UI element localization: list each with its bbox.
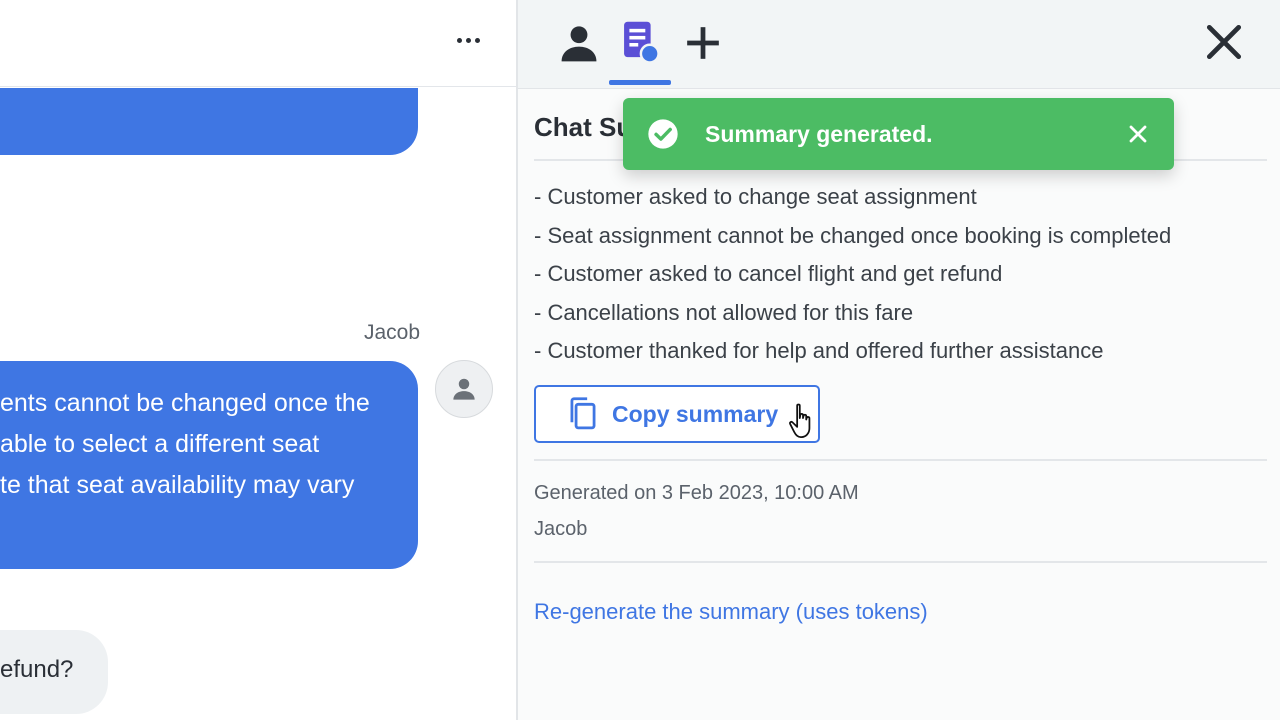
chat-topbar: [0, 0, 516, 87]
summary-icon[interactable]: [617, 20, 663, 66]
divider: [534, 459, 1267, 461]
summary-item: - Customer asked to cancel flight and ge…: [534, 261, 1003, 286]
close-icon[interactable]: [1126, 122, 1150, 146]
message-line: ents cannot be changed once the: [0, 389, 370, 417]
more-dot: [456, 37, 462, 43]
message-line: te that seat availability may vary: [0, 471, 355, 499]
generated-by: Jacob: [534, 518, 588, 540]
person-silhouette: [453, 378, 475, 400]
more-dot: [474, 37, 480, 43]
message-line: able to select a different seat: [0, 430, 320, 458]
more-dot: [465, 37, 471, 43]
copy-icon: [570, 397, 596, 430]
generated-timestamp: Generated on 3 Feb 2023, 10:00 AM: [534, 482, 859, 504]
agent-message-bubble: ents cannot be changed once the able to …: [0, 361, 418, 569]
check-circle-icon: [648, 119, 678, 149]
summary-item: - Customer thanked for help and offered …: [534, 338, 1104, 363]
person-icon[interactable]: [556, 20, 602, 66]
toast-message: Summary generated.: [705, 120, 933, 147]
agent-message-bubble-previous: [0, 88, 418, 155]
user-avatar-icon: [435, 360, 493, 418]
panel-title: Chat Su: [534, 112, 633, 142]
summary-item: - Cancellations not allowed for this far…: [534, 299, 914, 325]
chat-pane: Jacob ents cannot be changed once the ab…: [0, 0, 516, 720]
message-sender-name: Jacob: [364, 321, 421, 344]
copy-summary-label: Copy summary: [612, 400, 779, 427]
more-options-button[interactable]: [448, 26, 488, 54]
summary-item: - Customer asked to change seat assignme…: [534, 184, 977, 209]
panel-header: [518, 0, 1280, 89]
close-icon[interactable]: [1202, 20, 1246, 64]
summary-list: - Customer asked to change seat assignme…: [534, 178, 1171, 371]
customer-message-bubble: efund?: [0, 630, 108, 714]
hand-pointer-icon: [789, 403, 811, 438]
regenerate-summary-link[interactable]: Re-generate the summary (uses tokens): [534, 599, 928, 625]
summary-item: - Seat assignment cannot be changed once…: [534, 222, 1172, 248]
plus-icon[interactable]: [680, 20, 726, 66]
divider: [534, 561, 1267, 563]
copy-summary-button[interactable]: Copy summary: [534, 385, 820, 443]
active-tab-indicator: [609, 80, 671, 85]
success-toast: Summary generated.: [623, 98, 1174, 170]
